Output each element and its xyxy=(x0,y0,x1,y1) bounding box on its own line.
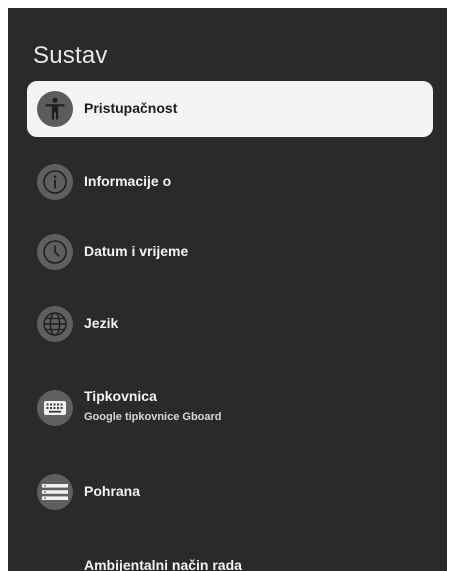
menu-item-label: Pohrana xyxy=(84,483,141,499)
page-title: Sustav xyxy=(33,42,108,69)
globe-icon xyxy=(37,306,73,342)
keyboard-icon xyxy=(37,390,73,426)
menu-item-about[interactable]: Informacije o xyxy=(27,154,433,210)
menu-item-date-time[interactable]: Datum i vrijeme xyxy=(27,224,433,280)
menu-item-label: Datum i vrijeme xyxy=(84,243,189,259)
storage-icon xyxy=(37,474,73,510)
menu-item-label: Informacije o xyxy=(84,173,172,189)
menu-item-keyboard[interactable]: Tipkovnica Google tipkovnice Gboard xyxy=(27,380,433,436)
menu-item-label: Jezik xyxy=(84,315,119,331)
clock-icon xyxy=(37,234,73,270)
menu-item-label: Pristupačnost xyxy=(84,100,178,116)
menu-item-storage[interactable]: Pohrana xyxy=(27,464,433,520)
settings-panel: Sustav Pristupačnost Informacije o Datum… xyxy=(8,8,447,571)
menu-item-label: Tipkovnica xyxy=(84,388,157,404)
menu-item-accessibility[interactable]: Pristupačnost xyxy=(27,81,433,137)
info-icon xyxy=(37,164,73,200)
menu-item-sublabel: Google tipkovnice Gboard xyxy=(84,411,222,423)
menu-item-language[interactable]: Jezik xyxy=(27,296,433,352)
accessibility-icon xyxy=(37,91,73,127)
menu-item-ambient-mode[interactable]: Ambijentalni način rada xyxy=(84,557,242,571)
